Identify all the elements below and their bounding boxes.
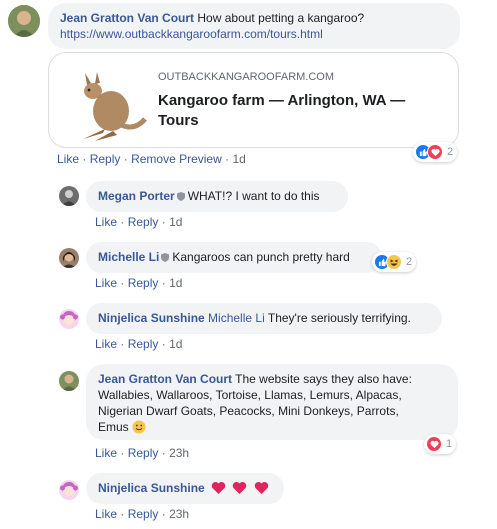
reply-bubble: Megan Porter WHAT!? I want to do this — [86, 181, 348, 212]
kangaroo-image — [55, 59, 147, 143]
reply-text-line: The website says they also have: — [235, 372, 412, 386]
avatar-image — [59, 248, 79, 268]
reply-timestamp[interactable]: 23h — [169, 446, 189, 460]
love-icon — [427, 144, 443, 160]
avatar-jean[interactable] — [59, 371, 79, 391]
heart-emoji — [211, 482, 226, 494]
avatar-image — [8, 5, 40, 37]
reply-author[interactable]: Jean Gratton Van Court — [98, 372, 232, 386]
link-preview-card[interactable]: OUTBACKKANGAROOFARM.COM Kangaroo farm — … — [48, 52, 459, 148]
post-text: How about petting a kangaroo? — [197, 11, 365, 25]
post-actions: Like · Reply · Remove Preview · 1d — [57, 152, 246, 166]
remove-preview-link[interactable]: Remove Preview — [131, 152, 222, 166]
reply-actions: Like · Reply · 23h — [95, 507, 190, 521]
post-author[interactable]: Jean Gratton Van Court — [60, 11, 194, 25]
post-like-link[interactable]: Like — [57, 152, 79, 166]
reply-actions: Like · Reply · 1d — [95, 215, 183, 229]
smile-emoji — [132, 420, 146, 434]
reply-timestamp[interactable]: 23h — [169, 507, 189, 521]
reply-bubble: Ninjelica Sunshine — [86, 473, 284, 504]
avatar-ninjelica[interactable] — [59, 480, 79, 500]
reply-reaction-count: 1 — [446, 438, 453, 450]
preview-image — [55, 59, 147, 143]
heart-emoji — [233, 482, 247, 494]
reply-bubble: Jean Gratton Van Court The website says … — [86, 364, 458, 440]
reply-actions: Like · Reply · 1d — [95, 337, 183, 351]
reply-timestamp[interactable]: 1d — [169, 337, 182, 351]
heart-emojis — [211, 481, 269, 495]
reply-text-line: Nigerian Dwarf Goats, Peacocks, Mini Don… — [98, 404, 399, 418]
avatar-image — [59, 371, 79, 391]
haha-icon — [386, 254, 402, 270]
reply-bubble: Michelle Li Kangaroos can punch pretty ha… — [86, 242, 382, 273]
reply-reactions[interactable]: 1 — [424, 434, 457, 454]
shield-icon — [161, 253, 170, 262]
avatar-image — [59, 186, 79, 206]
reply-author[interactable]: Ninjelica Sunshine — [98, 311, 205, 325]
reply-text: WHAT!? I want to do this — [187, 189, 320, 203]
reply-text: They're seriously terrifying. — [267, 311, 411, 325]
reply-like-link[interactable]: Like — [95, 215, 117, 229]
reply-like-link[interactable]: Like — [95, 507, 117, 521]
reply-timestamp[interactable]: 1d — [169, 276, 182, 290]
reply-text-line: Wallabies, Wallaroos, Tortoise, Llamas, … — [98, 388, 402, 402]
reply-text: Kangaroos can punch pretty hard — [172, 250, 350, 264]
preview-domain: OUTBACKKANGAROOFARM.COM — [158, 71, 335, 83]
avatar-jean[interactable] — [8, 5, 40, 37]
reply-actions: Like · Reply · 23h — [95, 446, 190, 460]
reply-author[interactable]: Ninjelica Sunshine — [98, 481, 205, 495]
post-url-link[interactable]: https://www.outbackkangaroofarm.com/tour… — [60, 27, 323, 41]
reply-reply-link[interactable]: Reply — [128, 276, 159, 290]
reply-reaction-count: 2 — [406, 256, 413, 268]
avatar-michelle[interactable] — [59, 248, 79, 268]
post-timestamp[interactable]: 1d — [232, 152, 245, 166]
reply-reply-link[interactable]: Reply — [128, 337, 159, 351]
post-reply-link[interactable]: Reply — [90, 152, 121, 166]
post-comment-bubble: Jean Gratton Van Court How about petting… — [48, 3, 460, 49]
reply-reply-link[interactable]: Reply — [128, 446, 159, 460]
shield-icon — [176, 192, 185, 201]
reply-text-line: Emus — [98, 420, 129, 434]
reply-bubble: Ninjelica Sunshine Michelle Li They're s… — [86, 303, 442, 334]
reply-timestamp[interactable]: 1d — [169, 215, 182, 229]
reply-reply-link[interactable]: Reply — [128, 507, 159, 521]
reply-like-link[interactable]: Like — [95, 446, 117, 460]
mention-link[interactable]: Michelle Li — [208, 311, 265, 325]
reply-like-link[interactable]: Like — [95, 276, 117, 290]
post-reactions[interactable]: 2 — [413, 142, 458, 162]
avatar-image — [59, 480, 79, 500]
avatar-megan[interactable] — [59, 186, 79, 206]
reply-actions: Like · Reply · 1d — [95, 276, 183, 290]
avatar-ninjelica[interactable] — [59, 309, 79, 329]
reply-author[interactable]: Megan Porter — [98, 189, 175, 203]
post-reaction-count: 2 — [447, 146, 454, 158]
avatar-image — [59, 309, 79, 329]
heart-emoji — [254, 482, 268, 494]
reply-like-link[interactable]: Like — [95, 337, 117, 351]
reply-reactions[interactable]: 2 — [372, 252, 417, 272]
reply-reply-link[interactable]: Reply — [128, 215, 159, 229]
preview-title[interactable]: Kangaroo farm — Arlington, WA — Tours — [158, 91, 443, 131]
love-icon — [426, 436, 442, 452]
reply-author[interactable]: Michelle Li — [98, 250, 159, 264]
